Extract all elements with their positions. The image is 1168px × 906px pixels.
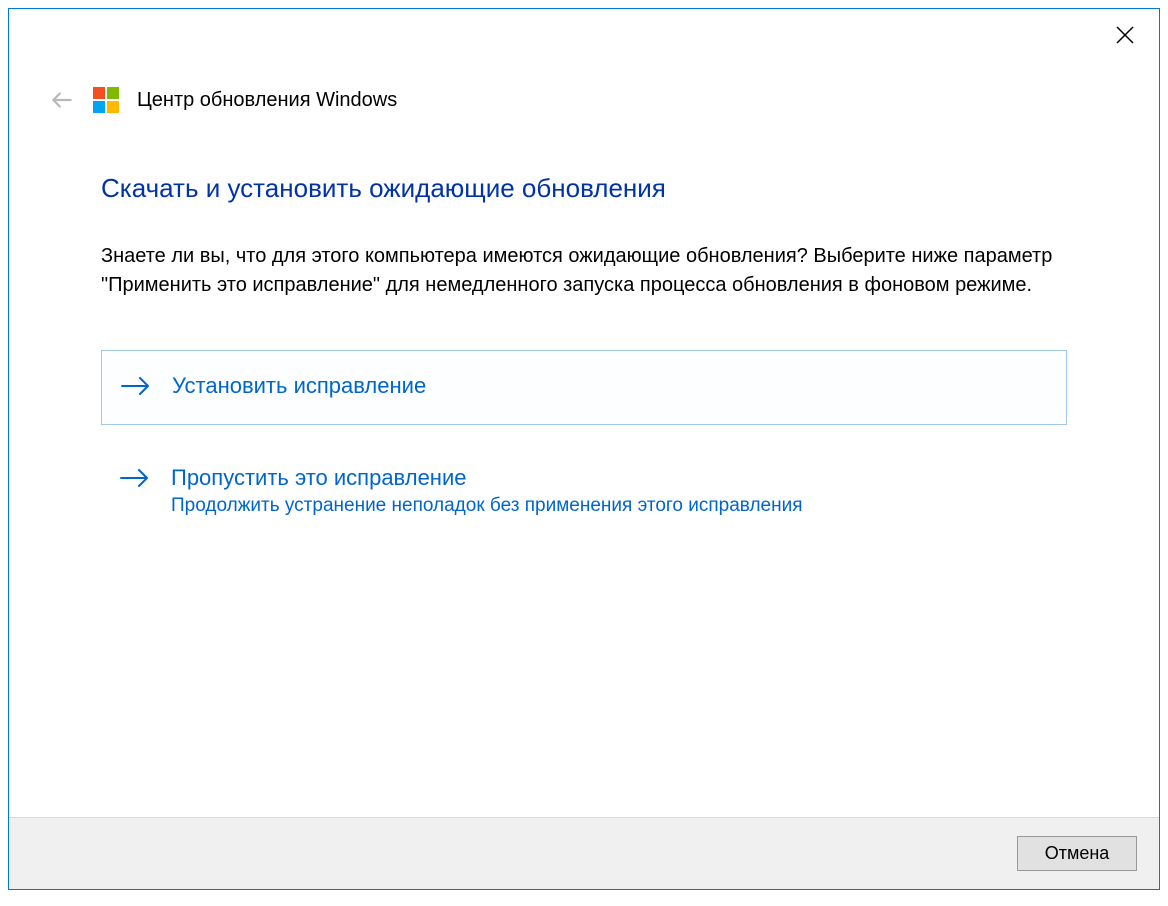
option-title: Пропустить это исправление — [171, 465, 803, 491]
close-icon — [1115, 25, 1135, 45]
back-button[interactable] — [49, 87, 75, 113]
option-text: Установить исправление — [172, 373, 426, 399]
dialog-header: Центр обновления Windows — [9, 9, 1159, 113]
option-text: Пропустить это исправление Продолжить ус… — [171, 465, 803, 517]
arrow-right-icon — [120, 375, 152, 402]
option-subtitle: Продолжить устранение неполадок без прим… — [171, 495, 803, 517]
windows-logo-icon — [93, 87, 119, 113]
arrow-left-icon — [49, 87, 75, 113]
troubleshooter-window: Центр обновления Windows Скачать и устан… — [8, 8, 1160, 890]
main-heading: Скачать и установить ожидающие обновлени… — [101, 173, 1067, 204]
dialog-footer: Отмена — [9, 817, 1159, 889]
close-button[interactable] — [1109, 19, 1141, 51]
description-text: Знаете ли вы, что для этого компьютера и… — [101, 242, 1067, 300]
arrow-right-icon — [119, 467, 151, 494]
dialog-title: Центр обновления Windows — [137, 89, 397, 112]
option-install-fix[interactable]: Установить исправление — [101, 350, 1067, 425]
cancel-button[interactable]: Отмена — [1017, 836, 1137, 871]
dialog-content: Скачать и установить ожидающие обновлени… — [9, 113, 1159, 817]
option-skip-fix[interactable]: Пропустить это исправление Продолжить ус… — [101, 443, 1067, 539]
option-title: Установить исправление — [172, 373, 426, 399]
